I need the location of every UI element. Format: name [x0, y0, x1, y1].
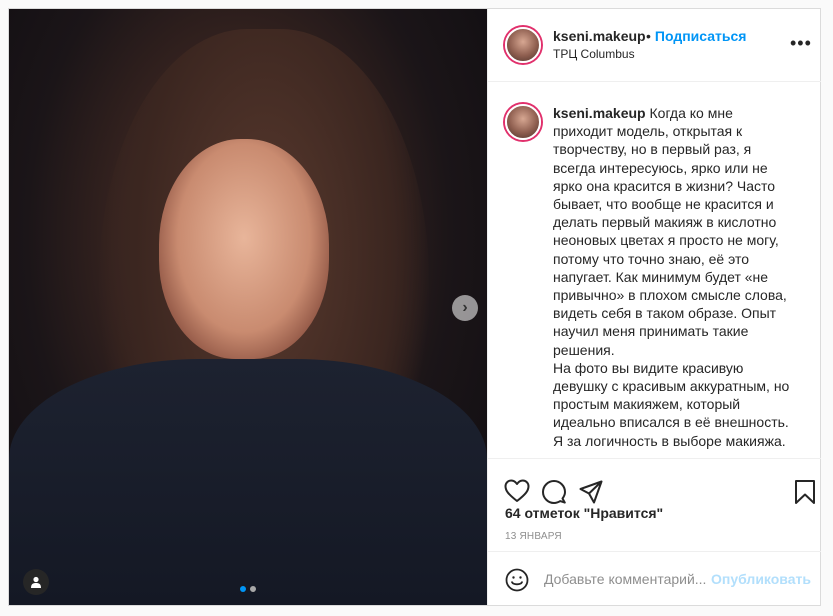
caption-line: На фото вы видите красивую: [553, 359, 744, 376]
post-date[interactable]: 13 ЯНВАРЯ: [505, 531, 562, 542]
comment-bar: Опубликовать: [488, 551, 821, 608]
caption-section: kseni.makeup Когда ко мне приходит модел…: [488, 82, 821, 458]
carousel-dot-active: [240, 586, 246, 592]
caption-line: видеть себя в таком образе. Опыт: [553, 305, 777, 322]
action-bar: 64 отметок "Нравится" 13 ЯНВАРЯ Опублико…: [488, 458, 821, 602]
caption-line: решения.: [553, 341, 615, 358]
caption-line: идеально вписался в её внешность.: [553, 414, 789, 431]
post-photo[interactable]: ›: [9, 9, 487, 605]
separator-dot: •: [646, 28, 651, 44]
caption-line: привычно» в плохом смысле слова,: [553, 287, 787, 304]
caption-line: ярко она красится в жизни? Часто: [553, 177, 776, 194]
follow-label: Подписаться: [654, 28, 747, 44]
more-options-icon[interactable]: •••: [790, 33, 812, 54]
post-sidebar: kseni.makeup • Подписаться ТРЦ Columbus •…: [487, 9, 821, 605]
user-icon: [31, 576, 41, 588]
photo-shirt-shape: [9, 359, 487, 605]
heart-icon[interactable]: [504, 479, 530, 508]
caption-line: простым макияжем, который: [553, 396, 741, 413]
caption-line: всегда интересуюсь, ярко или не: [553, 159, 768, 176]
post-header: kseni.makeup • Подписаться ТРЦ Columbus •…: [488, 9, 821, 82]
publish-button[interactable]: Опубликовать: [711, 571, 811, 587]
caption-line: творчеству, но в первый раз, я: [553, 141, 752, 158]
post-dialog: › kseni.makeup • Подписаться ТРЦ Columbus…: [8, 8, 821, 606]
likes-count[interactable]: 64 отметок "Нравится": [505, 505, 663, 521]
comment-input[interactable]: [544, 568, 712, 590]
caption-line: Я за логичность в выборе макияжа.: [553, 432, 786, 449]
caption-line: приходит модель, открытая к: [553, 123, 743, 140]
caption-line: девушку с красивым аккуратным, но: [553, 378, 790, 395]
chevron-right-icon: ›: [462, 299, 468, 316]
caption-line: бывает, что вообще не красится и: [553, 196, 774, 213]
avatar[interactable]: [505, 27, 541, 63]
caption-line: неоновых цветах я просто не могу,: [553, 232, 779, 249]
follow-button[interactable]: • Подписаться: [646, 28, 746, 44]
emoji-icon[interactable]: [505, 568, 529, 597]
caption-line: научил меня принимать такие: [553, 323, 749, 340]
caption-line: Когда ко мне: [649, 105, 733, 121]
tagged-users-button[interactable]: [23, 569, 49, 595]
location-link[interactable]: ТРЦ Columbus: [553, 47, 635, 61]
carousel-dot: [250, 586, 256, 592]
caption-line: делать первый макияж в кислотно: [553, 214, 777, 231]
carousel-indicator: [240, 586, 256, 592]
caption-line: потому что точно знаю, её это: [553, 250, 749, 267]
caption-username[interactable]: kseni.makeup: [553, 105, 646, 121]
caption-avatar[interactable]: [505, 104, 541, 140]
carousel-next-button[interactable]: ›: [452, 295, 478, 321]
photo-face-shape: [159, 139, 329, 359]
caption-line: напугает. Как минимум будет «не: [553, 268, 769, 285]
username-link[interactable]: kseni.makeup: [553, 28, 646, 44]
bookmark-icon[interactable]: [794, 479, 816, 510]
caption-text: kseni.makeup Когда ко мне приходит модел…: [553, 104, 808, 450]
